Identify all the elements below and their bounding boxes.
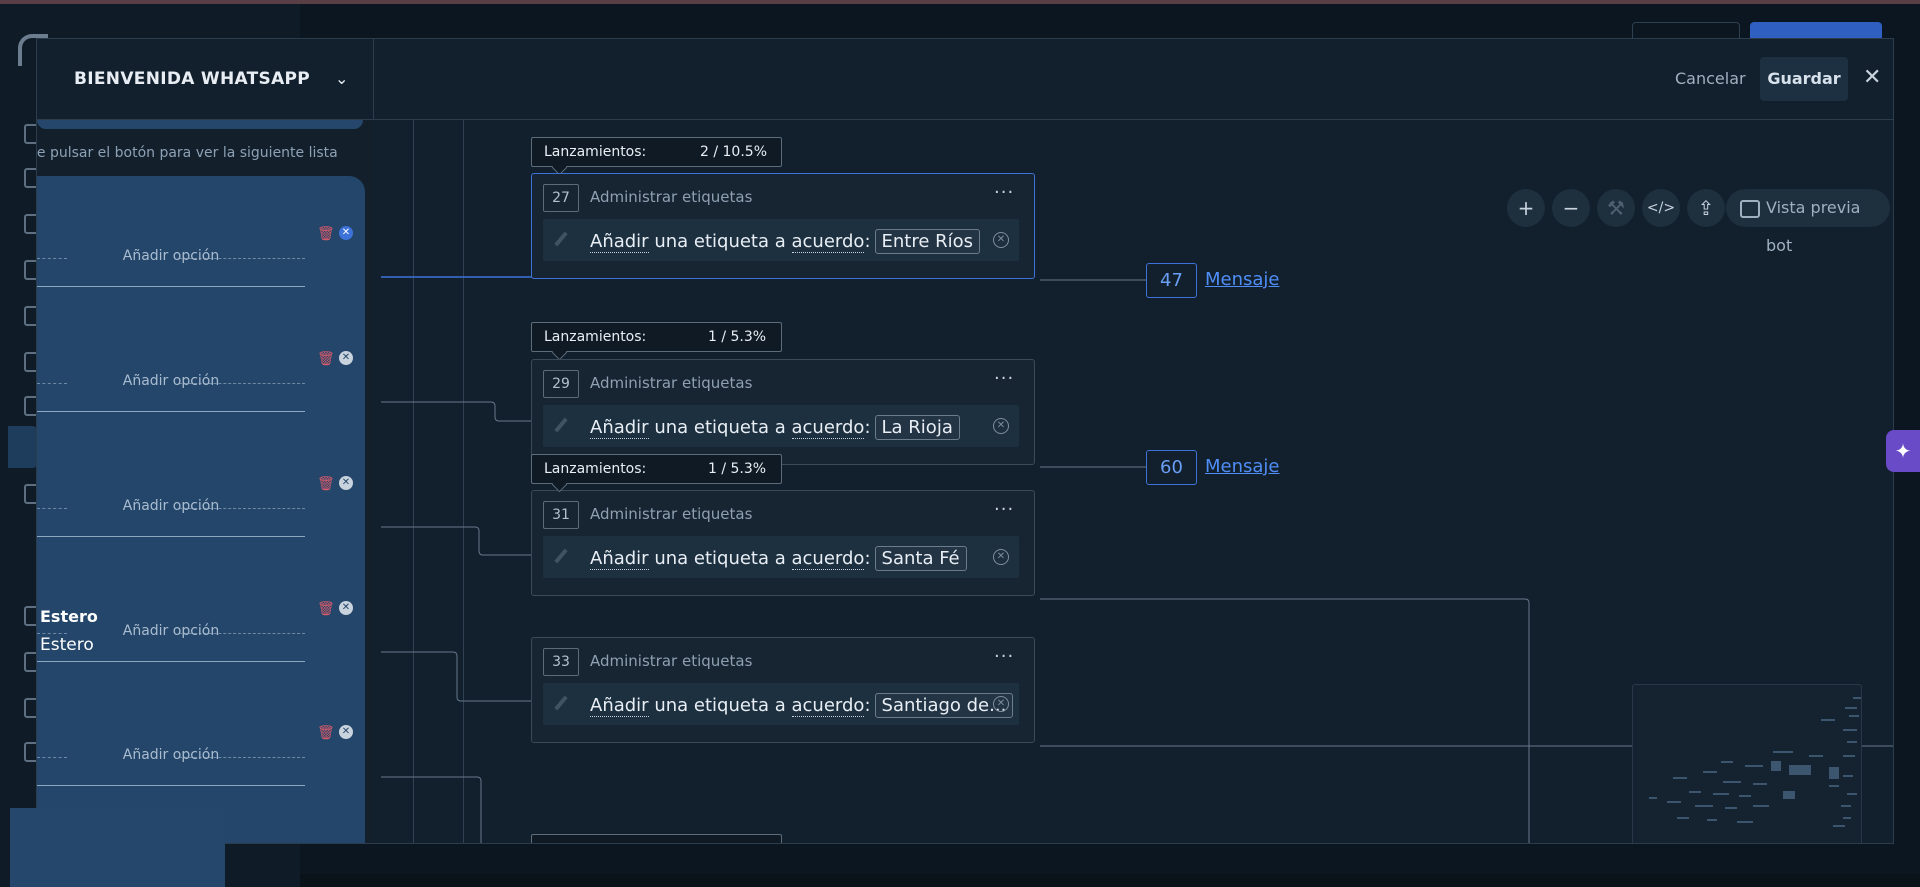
add-option-button[interactable]: Añadir opción — [37, 373, 305, 389]
preview-bot-button[interactable]: Vista previa bot — [1726, 189, 1890, 255]
launch-value: 1 / 5.3% — [708, 461, 767, 477]
minimap[interactable] — [1632, 684, 1862, 843]
launch-label: Lanzamientos: — [544, 461, 647, 477]
pencil-icon — [554, 231, 568, 247]
save-button[interactable]: Guardar — [1760, 57, 1848, 101]
launch-label: Lanzamientos: — [544, 329, 647, 345]
remove-circle-icon[interactable]: ✕ — [993, 418, 1009, 434]
node-action-row[interactable]: Añadir una etiqueta a acuerdo: Entre Ríos… — [543, 219, 1019, 261]
flow-node[interactable]: 29 Administrar etiquetas ··· Añadir una … — [531, 359, 1035, 465]
remove-circle-icon[interactable]: ✕ — [339, 226, 353, 240]
remove-circle-icon[interactable]: ✕ — [339, 725, 353, 739]
trash-icon[interactable]: 🗑 — [317, 601, 335, 617]
launch-label: Lanzamientos: — [544, 144, 647, 160]
chevron-down-icon[interactable]: ⌄ — [335, 69, 348, 88]
more-horizontal-icon[interactable]: ··· — [994, 646, 1014, 667]
target-link[interactable]: Mensaje — [1205, 456, 1280, 477]
add-option-button[interactable]: Añadir opción — [37, 248, 305, 264]
options-panel: le pulsar el botón para ver la siguiente… — [37, 120, 373, 843]
flow-canvas[interactable]: Lanzamientos: 2 / 10.5% 27 Administrar e… — [377, 120, 1893, 843]
flow-node[interactable]: 27 Administrar etiquetas ··· Añadir una … — [531, 173, 1035, 279]
zoom-out-button[interactable]: − — [1552, 189, 1590, 227]
trash-icon[interactable]: 🗑 — [317, 351, 335, 367]
launch-value: 1 / 5.3% — [708, 329, 767, 345]
panel-hint: le pulsar el botón para ver la siguiente… — [36, 145, 338, 161]
rail-item-active[interactable] — [8, 426, 38, 468]
pencil-icon — [554, 695, 568, 711]
node-action-row[interactable]: Añadir una etiqueta a acuerdo: Santa Fé ✕ — [543, 536, 1019, 578]
target-node-id[interactable]: 60 — [1146, 450, 1197, 485]
flow-editor-modal: BIENVENIDA WHATSAPP ⌄ Cancelar Guardar ✕… — [36, 38, 1894, 844]
remove-circle-icon[interactable]: ✕ — [993, 549, 1009, 565]
flow-node[interactable]: 31 Administrar etiquetas ··· Añadir una … — [531, 490, 1035, 596]
option-item: 🗑 ✕ Añadir opción — [37, 226, 353, 287]
magic-wand-icon[interactable]: ⚒ — [1597, 189, 1635, 227]
pencil-icon — [554, 548, 568, 564]
action-text: Añadir una etiqueta a acuerdo: La Rioja — [590, 415, 960, 440]
trash-icon[interactable]: 🗑 — [317, 226, 335, 242]
tag-chip: Santa Fé — [874, 546, 967, 571]
node-title: Administrar etiquetas — [590, 374, 753, 392]
more-horizontal-icon[interactable]: ··· — [994, 182, 1014, 203]
flow-node[interactable]: 33 Administrar etiquetas ··· Añadir una … — [531, 637, 1035, 743]
action-text: Añadir una etiqueta a acuerdo: Entre Ríos — [590, 229, 981, 254]
option-item: 🗑 ✕ Añadir opción — [37, 476, 353, 537]
cancel-button[interactable]: Cancelar — [1675, 69, 1746, 88]
option-item: 🗑 ✕ Añadir opción — [37, 725, 353, 786]
pencil-icon — [554, 417, 568, 433]
code-button[interactable]: </> — [1642, 189, 1680, 227]
remove-circle-icon[interactable]: ✕ — [993, 696, 1009, 712]
panel-top-card — [37, 120, 363, 129]
trash-icon[interactable]: 🗑 — [317, 725, 335, 741]
node-title: Administrar etiquetas — [590, 505, 753, 523]
target-link[interactable]: Mensaje — [1205, 269, 1280, 290]
node-id: 31 — [543, 501, 579, 529]
action-text: Añadir una etiqueta a acuerdo: Santiago d… — [590, 693, 1014, 718]
option-title-bold: Estero — [40, 607, 98, 626]
flow-selector[interactable]: BIENVENIDA WHATSAPP ⌄ — [37, 39, 374, 119]
zoom-in-button[interactable]: + — [1507, 189, 1545, 227]
node-id: 33 — [543, 648, 579, 676]
node-title: Administrar etiquetas — [590, 188, 753, 206]
sparkle-icon[interactable]: ✦ — [1886, 430, 1920, 472]
option-item: 🗑 ✕ Añadir opción — [37, 351, 353, 412]
option-title[interactable]: Estero — [40, 635, 94, 655]
canvas-toolbar: + − ⚒ </> ⇪ Vista previa bot — [1507, 189, 1893, 255]
tag-chip: Entre Ríos — [874, 229, 981, 254]
preview-bot-label: Vista previa bot — [1766, 198, 1861, 255]
options-card: 🗑 ✕ Añadir opción 🗑 ✕ Añadir opción 🗑 ✕ — [37, 176, 365, 843]
node-title: Administrar etiquetas — [590, 652, 753, 670]
robot-icon — [1740, 200, 1760, 218]
more-horizontal-icon[interactable]: ··· — [994, 499, 1014, 520]
tag-chip: La Rioja — [874, 415, 960, 440]
launch-stats-partial — [531, 834, 782, 843]
node-id: 27 — [543, 184, 579, 212]
target-node-id[interactable]: 47 — [1146, 263, 1197, 298]
node-action-row[interactable]: Añadir una etiqueta a acuerdo: Santiago d… — [543, 683, 1019, 725]
more-horizontal-icon[interactable]: ··· — [994, 368, 1014, 389]
remove-circle-icon[interactable]: ✕ — [993, 232, 1009, 248]
node-action-row[interactable]: Añadir una etiqueta a acuerdo: La Rioja ✕ — [543, 405, 1019, 447]
launch-stats: Lanzamientos: 1 / 5.3% — [531, 322, 782, 352]
remove-circle-icon[interactable]: ✕ — [339, 351, 353, 365]
close-icon[interactable]: ✕ — [1863, 65, 1881, 90]
remove-circle-icon[interactable]: ✕ — [339, 476, 353, 490]
launch-stats: Lanzamientos: 1 / 5.3% — [531, 454, 782, 484]
node-id: 29 — [543, 370, 579, 398]
modal-header: BIENVENIDA WHATSAPP ⌄ Cancelar Guardar ✕ — [37, 39, 1893, 120]
action-text: Añadir una etiqueta a acuerdo: Santa Fé — [590, 546, 967, 571]
export-icon[interactable]: ⇪ — [1687, 189, 1725, 227]
flow-name: BIENVENIDA WHATSAPP — [74, 69, 311, 89]
launch-value: 2 / 10.5% — [700, 144, 767, 160]
background-bottom-bar — [300, 874, 1920, 887]
launch-stats: Lanzamientos: 2 / 10.5% — [531, 137, 782, 167]
add-option-button[interactable]: Añadir opción — [37, 747, 305, 763]
background-bottom-panel — [10, 808, 225, 887]
trash-icon[interactable]: 🗑 — [317, 476, 335, 492]
remove-circle-icon[interactable]: ✕ — [339, 601, 353, 615]
add-option-button[interactable]: Añadir opción — [37, 498, 305, 514]
